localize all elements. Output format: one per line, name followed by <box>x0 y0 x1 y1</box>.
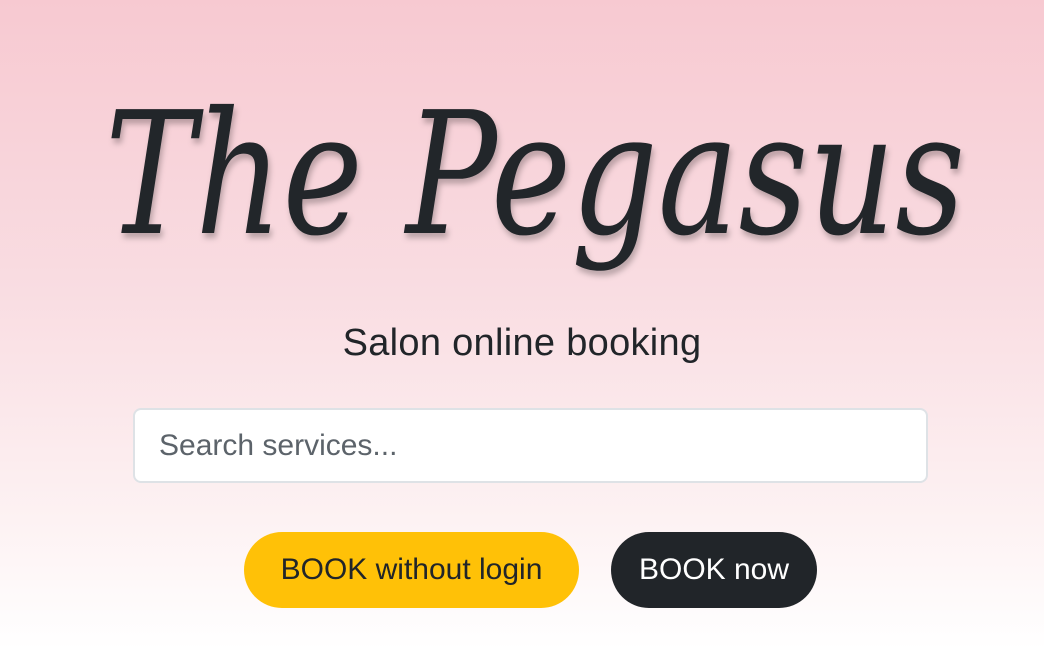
tagline: Salon online booking <box>342 322 702 364</box>
brand-logo: The Pegasus <box>90 48 980 308</box>
search-box <box>133 408 928 483</box>
book-without-login-button[interactable]: BOOK without login <box>244 532 579 608</box>
logo-wordmark: The Pegasus <box>105 76 965 274</box>
brand-logo-graphic: The Pegasus <box>105 76 965 274</box>
search-input[interactable] <box>133 408 928 483</box>
book-now-button[interactable]: BOOK now <box>611 532 817 608</box>
hero-section: The Pegasus Salon online booking BOOK wi… <box>0 0 1044 650</box>
